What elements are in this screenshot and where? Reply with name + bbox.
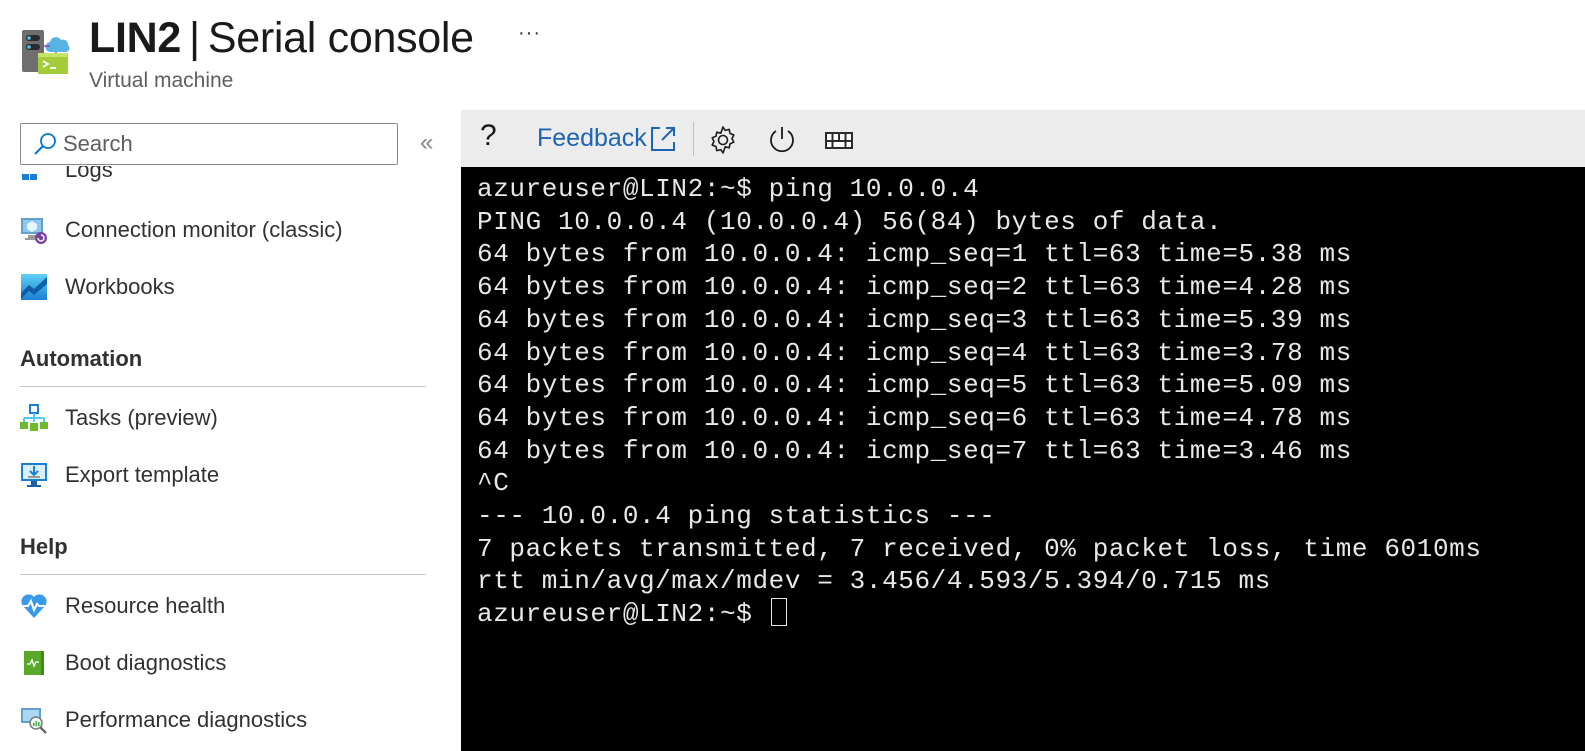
search-icon xyxy=(31,130,59,158)
page-header: LIN2 | Serial console ··· Virtual machine xyxy=(0,0,1585,108)
terminal-line: azureuser@LIN2:~$ ping 10.0.0.4 xyxy=(477,174,980,204)
sidebar-item-label: Resource health xyxy=(65,593,226,618)
terminal-prompt: azureuser@LIN2:~$ xyxy=(477,599,769,630)
terminal-prompt-line[interactable]: azureuser@LIN2:~$ xyxy=(477,598,1585,631)
sidebar-item-label: Tasks (preview) xyxy=(65,405,218,430)
terminal-line: 64 bytes from 10.0.0.4: icmp_seq=5 ttl=6… xyxy=(477,370,1352,401)
help-icon: ? xyxy=(480,119,497,152)
power-icon xyxy=(770,127,794,153)
more-options-button[interactable]: ··· xyxy=(518,22,541,45)
terminal-line: 64 bytes from 10.0.0.4: icmp_seq=3 ttl=6… xyxy=(477,304,1352,335)
settings-icon xyxy=(711,126,735,154)
resource-health-icon xyxy=(20,592,48,620)
terminal-line: ^C xyxy=(477,468,510,499)
terminal-line: 64 bytes from 10.0.0.4: icmp_seq=7 ttl=6… xyxy=(477,435,1352,466)
keyboard-icon xyxy=(825,132,853,149)
sidebar-item-workbooks[interactable]: Workbooks xyxy=(20,267,175,307)
power-button[interactable] xyxy=(766,124,798,156)
sidebar-item-boot-diagnostics[interactable]: Boot diagnostics xyxy=(20,643,226,683)
terminal-line: 64 bytes from 10.0.0.4: icmp_seq=1 ttl=6… xyxy=(477,239,1352,270)
sidebar-item-label: Workbooks xyxy=(65,274,175,299)
console-toolbar: ? Feedback xyxy=(461,110,1585,167)
terminal-line: rtt min/avg/max/mdev = 3.456/4.593/5.394… xyxy=(477,566,1271,597)
workbooks-icon xyxy=(20,273,48,301)
sidebar-item-performance-diagnostics[interactable]: Performance diagnostics xyxy=(20,700,307,740)
serial-console-pane: ? Feedback azureuser@LIN2:~$ ping 10.0.0… xyxy=(461,110,1585,751)
page-title: LIN2 | Serial console xyxy=(89,12,474,64)
connection-monitor-icon xyxy=(20,216,48,244)
sidebar-item-logs[interactable]: Logs xyxy=(20,166,113,190)
terminal-line: 7 packets transmitted, 7 received, 0% pa… xyxy=(477,533,1482,564)
sidebar-item-tasks[interactable]: Tasks (preview) xyxy=(20,398,218,438)
section-title: Serial console xyxy=(207,14,474,62)
toolbar-divider xyxy=(693,122,694,156)
feedback-label: Feedback xyxy=(537,124,647,152)
performance-diagnostics-icon xyxy=(20,706,48,734)
section-heading-help: Help xyxy=(20,534,68,559)
section-divider xyxy=(20,386,426,387)
help-button[interactable]: ? xyxy=(480,119,497,153)
collapse-sidebar-button[interactable]: « xyxy=(420,130,433,156)
tasks-icon xyxy=(20,404,48,432)
terminal-line: 64 bytes from 10.0.0.4: icmp_seq=4 ttl=6… xyxy=(477,337,1352,368)
terminal-output[interactable]: azureuser@LIN2:~$ ping 10.0.0.4 PING 10.… xyxy=(461,167,1585,751)
terminal-line: --- 10.0.0.4 ping statistics --- xyxy=(477,501,996,532)
sidebar: « Logs Connection monitor (classic) xyxy=(0,108,460,751)
sidebar-item-label: Logs xyxy=(65,166,113,182)
export-template-icon xyxy=(20,461,48,489)
sidebar-item-label: Performance diagnostics xyxy=(65,707,308,732)
resource-type-subtitle: Virtual machine xyxy=(89,69,234,92)
sidebar-item-label: Export template xyxy=(65,462,220,487)
terminal-line: PING 10.0.0.4 (10.0.0.4) 56(84) bytes of… xyxy=(477,206,1223,237)
terminal-cursor xyxy=(770,598,787,627)
resource-name: LIN2 xyxy=(89,14,181,62)
boot-diagnostics-icon xyxy=(20,649,48,677)
terminal-line: 64 bytes from 10.0.0.4: icmp_seq=2 ttl=6… xyxy=(477,272,1352,303)
section-divider xyxy=(20,574,426,575)
sidebar-search-box[interactable] xyxy=(20,123,398,165)
external-link-icon xyxy=(650,126,675,151)
settings-button[interactable] xyxy=(707,124,739,156)
terminal-line: 64 bytes from 10.0.0.4: icmp_seq=6 ttl=6… xyxy=(477,402,1352,433)
vm-serial-console-icon xyxy=(20,28,72,76)
section-heading-automation: Automation xyxy=(20,346,143,371)
sidebar-item-label: Boot diagnostics xyxy=(65,650,227,675)
sidebar-item-resource-health[interactable]: Resource health xyxy=(20,586,225,626)
sidebar-item-connection-monitor[interactable]: Connection monitor (classic) xyxy=(20,210,343,250)
sidebar-item-export-template[interactable]: Export template xyxy=(20,455,219,495)
keyboard-button[interactable] xyxy=(823,124,855,156)
logs-icon xyxy=(20,166,48,190)
sidebar-item-label: Connection monitor (classic) xyxy=(65,217,343,242)
title-separator: | xyxy=(188,14,200,62)
feedback-link[interactable]: Feedback xyxy=(537,124,677,153)
search-input[interactable] xyxy=(63,131,383,157)
